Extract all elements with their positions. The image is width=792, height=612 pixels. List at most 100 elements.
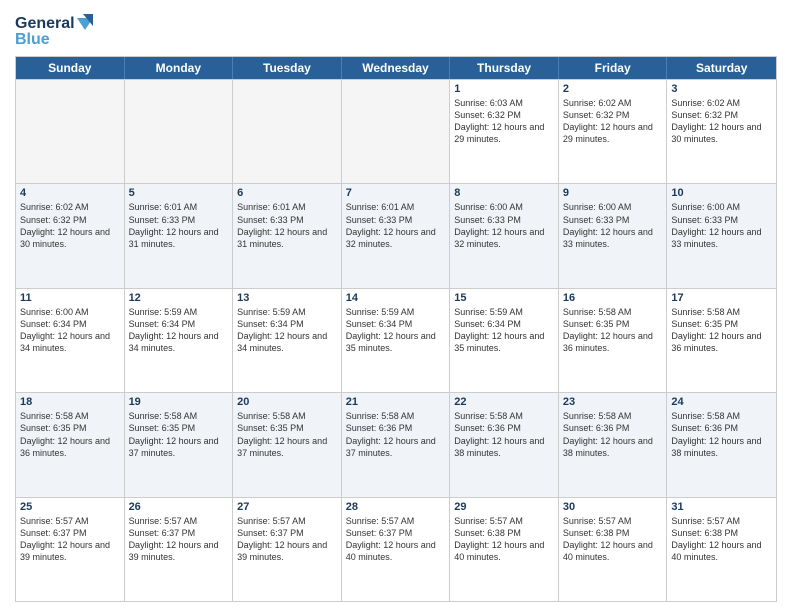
day-cell-12: 12 Sunrise: 5:59 AM Sunset: 6:34 PM Dayli… (125, 289, 234, 392)
calendar: SundayMondayTuesdayWednesdayThursdayFrid… (15, 56, 777, 602)
calendar-body: 1 Sunrise: 6:03 AM Sunset: 6:32 PM Daylig… (16, 79, 776, 601)
empty-cell-0-2 (233, 80, 342, 183)
day-number: 31 (671, 501, 772, 513)
day-cell-3: 3 Sunrise: 6:02 AM Sunset: 6:32 PM Daylig… (667, 80, 776, 183)
day-info: Sunrise: 5:58 AM Sunset: 6:35 PM Dayligh… (20, 410, 120, 459)
day-number: 9 (563, 187, 663, 199)
day-info: Sunrise: 6:02 AM Sunset: 6:32 PM Dayligh… (563, 97, 663, 146)
day-number: 21 (346, 396, 446, 408)
day-cell-5: 5Sunrise: 6:01 AM Sunset: 6:33 PM Daylig… (125, 184, 234, 287)
day-info: Sunrise: 6:01 AM Sunset: 6:33 PM Dayligh… (237, 201, 337, 250)
header-cell-saturday: Saturday (667, 57, 776, 79)
day-number: 24 (671, 396, 772, 408)
day-cell-8: 8 Sunrise: 6:00 AM Sunset: 6:33 PM Daylig… (450, 184, 559, 287)
day-cell-24: 24 Sunrise: 5:58 AM Sunset: 6:36 PM Dayli… (667, 393, 776, 496)
empty-cell-0-1 (125, 80, 234, 183)
day-cell-10: 10 Sunrise: 6:00 AM Sunset: 6:33 PM Dayli… (667, 184, 776, 287)
day-info: Sunrise: 5:57 AM Sunset: 6:37 PM Dayligh… (237, 515, 337, 564)
day-number: 30 (563, 501, 663, 513)
header-cell-wednesday: Wednesday (342, 57, 451, 79)
day-cell-28: 28 Sunrise: 5:57 AM Sunset: 6:37 PM Dayli… (342, 498, 451, 601)
day-number: 19 (129, 396, 229, 408)
day-info: Sunrise: 5:58 AM Sunset: 6:35 PM Dayligh… (237, 410, 337, 459)
page: General Blue SundayMondayTuesdayWednesda… (0, 0, 792, 612)
day-cell-18: 18 Sunrise: 5:58 AM Sunset: 6:35 PM Dayli… (16, 393, 125, 496)
svg-text:Blue: Blue (15, 31, 50, 48)
day-cell-26: 26Sunrise: 5:57 AM Sunset: 6:37 PM Dayli… (125, 498, 234, 601)
day-info: Sunrise: 5:57 AM Sunset: 6:37 PM Dayligh… (346, 515, 446, 564)
header: General Blue (15, 10, 777, 48)
header-cell-monday: Monday (125, 57, 234, 79)
day-info: Sunrise: 6:00 AM Sunset: 6:33 PM Dayligh… (563, 201, 663, 250)
day-number: 23 (563, 396, 663, 408)
day-cell-27: 27 Sunrise: 5:57 AM Sunset: 6:37 PM Dayli… (233, 498, 342, 601)
day-cell-29: 29Sunrise: 5:57 AM Sunset: 6:38 PM Dayli… (450, 498, 559, 601)
day-number: 8 (454, 187, 554, 199)
day-cell-11: 11 Sunrise: 6:00 AM Sunset: 6:34 PM Dayli… (16, 289, 125, 392)
day-cell-31: 31 Sunrise: 5:57 AM Sunset: 6:38 PM Dayli… (667, 498, 776, 601)
svg-text:General: General (15, 15, 75, 32)
calendar-row-1: 1 Sunrise: 6:03 AM Sunset: 6:32 PM Daylig… (16, 79, 776, 183)
header-cell-friday: Friday (559, 57, 668, 79)
day-info: Sunrise: 6:00 AM Sunset: 6:34 PM Dayligh… (20, 306, 120, 355)
day-number: 17 (671, 292, 772, 304)
day-number: 4 (20, 187, 120, 199)
day-info: Sunrise: 5:57 AM Sunset: 6:38 PM Dayligh… (671, 515, 772, 564)
day-cell-21: 21 Sunrise: 5:58 AM Sunset: 6:36 PM Dayli… (342, 393, 451, 496)
day-cell-23: 23 Sunrise: 5:58 AM Sunset: 6:36 PM Dayli… (559, 393, 668, 496)
day-cell-7: 7 Sunrise: 6:01 AM Sunset: 6:33 PM Daylig… (342, 184, 451, 287)
day-info: Sunrise: 6:02 AM Sunset: 6:32 PM Dayligh… (671, 97, 772, 146)
header-cell-sunday: Sunday (16, 57, 125, 79)
day-number: 1 (454, 83, 554, 95)
day-number: 27 (237, 501, 337, 513)
day-info: Sunrise: 5:59 AM Sunset: 6:34 PM Dayligh… (129, 306, 229, 355)
calendar-row-2: 4 Sunrise: 6:02 AM Sunset: 6:32 PM Daylig… (16, 183, 776, 287)
day-info: Sunrise: 5:58 AM Sunset: 6:35 PM Dayligh… (671, 306, 772, 355)
day-cell-4: 4 Sunrise: 6:02 AM Sunset: 6:32 PM Daylig… (16, 184, 125, 287)
logo: General Blue (15, 10, 95, 48)
day-cell-9: 9 Sunrise: 6:00 AM Sunset: 6:33 PM Daylig… (559, 184, 668, 287)
day-info: Sunrise: 5:59 AM Sunset: 6:34 PM Dayligh… (346, 306, 446, 355)
day-info: Sunrise: 6:00 AM Sunset: 6:33 PM Dayligh… (454, 201, 554, 250)
day-cell-14: 14Sunrise: 5:59 AM Sunset: 6:34 PM Dayli… (342, 289, 451, 392)
day-number: 11 (20, 292, 120, 304)
day-cell-1: 1 Sunrise: 6:03 AM Sunset: 6:32 PM Daylig… (450, 80, 559, 183)
day-cell-22: 22Sunrise: 5:58 AM Sunset: 6:36 PM Dayli… (450, 393, 559, 496)
day-number: 6 (237, 187, 337, 199)
day-number: 26 (129, 501, 229, 513)
day-number: 28 (346, 501, 446, 513)
day-info: Sunrise: 5:58 AM Sunset: 6:36 PM Dayligh… (671, 410, 772, 459)
day-info: Sunrise: 6:00 AM Sunset: 6:33 PM Dayligh… (671, 201, 772, 250)
calendar-row-5: 25 Sunrise: 5:57 AM Sunset: 6:37 PM Dayli… (16, 497, 776, 601)
day-info: Sunrise: 5:57 AM Sunset: 6:38 PM Dayligh… (454, 515, 554, 564)
day-info: Sunrise: 5:57 AM Sunset: 6:38 PM Dayligh… (563, 515, 663, 564)
day-number: 7 (346, 187, 446, 199)
day-number: 18 (20, 396, 120, 408)
day-number: 25 (20, 501, 120, 513)
day-cell-20: 20 Sunrise: 5:58 AM Sunset: 6:35 PM Dayli… (233, 393, 342, 496)
header-cell-tuesday: Tuesday (233, 57, 342, 79)
day-info: Sunrise: 5:58 AM Sunset: 6:36 PM Dayligh… (346, 410, 446, 459)
day-cell-6: 6 Sunrise: 6:01 AM Sunset: 6:33 PM Daylig… (233, 184, 342, 287)
day-info: Sunrise: 6:03 AM Sunset: 6:32 PM Dayligh… (454, 97, 554, 146)
day-cell-17: 17 Sunrise: 5:58 AM Sunset: 6:35 PM Dayli… (667, 289, 776, 392)
day-cell-15: 15Sunrise: 5:59 AM Sunset: 6:34 PM Dayli… (450, 289, 559, 392)
day-info: Sunrise: 5:59 AM Sunset: 6:34 PM Dayligh… (237, 306, 337, 355)
day-number: 3 (671, 83, 772, 95)
day-info: Sunrise: 5:57 AM Sunset: 6:37 PM Dayligh… (20, 515, 120, 564)
empty-cell-0-0 (16, 80, 125, 183)
day-number: 12 (129, 292, 229, 304)
day-cell-19: 19Sunrise: 5:58 AM Sunset: 6:35 PM Dayli… (125, 393, 234, 496)
day-number: 10 (671, 187, 772, 199)
day-cell-2: 2Sunrise: 6:02 AM Sunset: 6:32 PM Daylig… (559, 80, 668, 183)
day-info: Sunrise: 6:01 AM Sunset: 6:33 PM Dayligh… (346, 201, 446, 250)
day-number: 16 (563, 292, 663, 304)
day-info: Sunrise: 6:02 AM Sunset: 6:32 PM Dayligh… (20, 201, 120, 250)
day-info: Sunrise: 5:58 AM Sunset: 6:35 PM Dayligh… (563, 306, 663, 355)
day-info: Sunrise: 5:59 AM Sunset: 6:34 PM Dayligh… (454, 306, 554, 355)
calendar-header: SundayMondayTuesdayWednesdayThursdayFrid… (16, 57, 776, 79)
header-cell-thursday: Thursday (450, 57, 559, 79)
day-info: Sunrise: 5:58 AM Sunset: 6:36 PM Dayligh… (563, 410, 663, 459)
calendar-row-3: 11 Sunrise: 6:00 AM Sunset: 6:34 PM Dayli… (16, 288, 776, 392)
day-number: 20 (237, 396, 337, 408)
